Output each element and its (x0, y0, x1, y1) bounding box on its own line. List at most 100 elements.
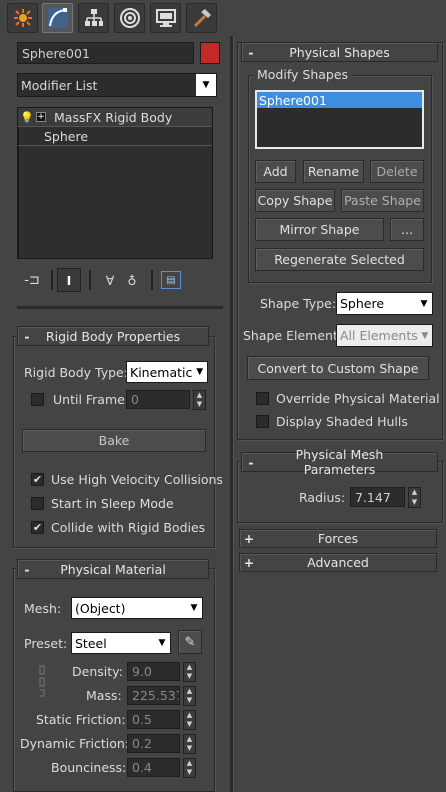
collide-checkbox[interactable]: ✔ (31, 521, 44, 534)
preset-dropdown[interactable]: Steel ▼ (71, 632, 171, 654)
modifier-list-dropdown[interactable]: Modifier List ▼ (17, 73, 217, 97)
bake-button[interactable]: Bake (22, 429, 206, 452)
density-spinner[interactable]: ▲ ▼ (183, 662, 196, 682)
lightbulb-icon: 💡 (20, 110, 34, 124)
radius-value: 7.147 (355, 489, 391, 505)
utilities-tab[interactable] (186, 3, 217, 33)
rollout-title: Forces (317, 531, 359, 546)
stack-item-label: MassFX Rigid Body (54, 109, 173, 125)
show-end-result-icon[interactable]: I (57, 268, 81, 292)
bake-label: Bake (98, 433, 130, 448)
modify-tab[interactable] (42, 3, 73, 33)
paste-shape-button[interactable]: Paste Shape (341, 189, 424, 212)
display-tab[interactable] (150, 3, 181, 33)
hammer-icon (193, 9, 211, 28)
shape-list-item[interactable]: Sphere001 (257, 92, 422, 108)
override-material-checkbox[interactable] (256, 392, 269, 405)
preset-value: Steel (75, 635, 107, 651)
delete-label: Delete (376, 164, 418, 179)
static-friction-label: Static Friction: (36, 712, 126, 727)
mass-field[interactable]: 225.537 (127, 686, 180, 705)
dynamic-friction-field[interactable]: 0.2 (127, 734, 180, 753)
rigid-body-header[interactable]: - Rigid Body Properties (17, 326, 209, 346)
modifier-stack[interactable]: 💡 + MassFX Rigid Body Sphere (17, 107, 213, 259)
motion-icon (119, 8, 140, 28)
mirror-options-button[interactable]: ... (390, 218, 424, 241)
panel-scrollbar[interactable] (230, 36, 233, 792)
chevron-down-icon: ▼ (196, 367, 204, 377)
rigid-body-type-dropdown[interactable]: Kinematic ▼ (126, 361, 208, 383)
bounciness-spinner[interactable]: ▲ ▼ (183, 758, 196, 778)
delete-shape-button[interactable]: Delete (370, 160, 424, 183)
object-name-field[interactable]: Sphere001 (17, 42, 194, 64)
eyedropper-button[interactable]: ✎ (178, 630, 202, 654)
sun-icon (13, 9, 32, 27)
mesh-dropdown[interactable]: (Object) ▼ (71, 597, 203, 619)
density-field[interactable]: 9.0 (127, 662, 180, 681)
shape-element-value: All Elements (340, 328, 418, 343)
check-icon: ✔ (32, 473, 43, 486)
stack-item-sphere[interactable]: Sphere (18, 127, 212, 146)
bounciness-value: 0.4 (132, 760, 152, 775)
until-frame-checkbox[interactable] (31, 393, 44, 406)
chevron-down-icon: ▼ (196, 74, 216, 96)
chevron-down-icon: ▼ (158, 638, 166, 648)
dynamic-friction-spinner[interactable]: ▲ ▼ (183, 734, 196, 754)
expand-sign: + (243, 555, 255, 570)
shape-element-dropdown[interactable]: All Elements ▼ (336, 324, 433, 347)
add-shape-button[interactable]: Add (255, 160, 296, 183)
regenerate-label: Regenerate Selected (274, 252, 405, 267)
regenerate-selected-button[interactable]: Regenerate Selected (255, 248, 424, 271)
motion-tab[interactable] (114, 3, 145, 33)
rollout-title: Physical Material (60, 561, 166, 577)
static-friction-value: 0.5 (132, 712, 152, 727)
static-friction-field[interactable]: 0.5 (127, 710, 180, 729)
make-unique-icon[interactable]: ∀ (99, 273, 121, 288)
until-frame-field[interactable]: 0 (126, 390, 190, 409)
shape-type-dropdown[interactable]: Sphere ▼ (336, 292, 433, 315)
rollout-title: Advanced (307, 555, 369, 570)
mass-spinner[interactable]: ▲ ▼ (183, 686, 196, 706)
mirror-more-label: ... (401, 222, 413, 237)
stack-item-massfx[interactable]: 💡 + MassFX Rigid Body (18, 108, 212, 127)
high-velocity-checkbox[interactable]: ✔ (31, 473, 44, 486)
configure-sets-icon[interactable]: ▤ (161, 271, 181, 289)
divider (17, 306, 223, 309)
rename-shape-button[interactable]: Rename (303, 160, 364, 183)
paste-label: Paste Shape (344, 193, 421, 208)
physical-material-header[interactable]: - Physical Material (17, 559, 209, 579)
object-color-swatch[interactable] (200, 42, 220, 64)
hierarchy-tab[interactable] (78, 3, 109, 33)
sleep-mode-checkbox[interactable] (31, 497, 44, 510)
remove-modifier-icon[interactable]: ♁ (121, 273, 143, 288)
dynamic-friction-value: 0.2 (132, 736, 152, 751)
sleep-mode-label: Start in Sleep Mode (51, 496, 174, 511)
pin-stack-icon[interactable]: -⊐ (17, 273, 47, 288)
dynamic-friction-label: Dynamic Friction: (20, 736, 130, 751)
chevron-down-icon: ▼ (190, 603, 198, 613)
advanced-rollout-header[interactable]: + Advanced (239, 553, 437, 572)
mesh-value: (Object) (75, 600, 126, 616)
copy-shape-button[interactable]: Copy Shape (255, 189, 335, 212)
physical-shapes-header[interactable]: - Physical Shapes (241, 42, 438, 62)
rigid-body-type-label: Rigid Body Type: (24, 365, 128, 380)
add-label: Add (263, 164, 288, 179)
convert-custom-shape-button[interactable]: Convert to Custom Shape (247, 356, 429, 380)
bounciness-field[interactable]: 0.4 (127, 758, 180, 777)
radius-field[interactable]: 7.147 (350, 487, 405, 507)
shape-type-value: Sphere (340, 296, 385, 311)
mirror-shape-button[interactable]: Mirror Shape (255, 218, 384, 241)
static-friction-spinner[interactable]: ▲ ▼ (183, 710, 196, 730)
shape-list[interactable]: Sphere001 (255, 90, 424, 149)
monitor-icon (155, 9, 176, 27)
collide-label: Collide with Rigid Bodies (51, 520, 206, 535)
radius-spinner[interactable]: ▲ ▼ (408, 487, 421, 508)
create-tab[interactable] (7, 3, 38, 33)
shaded-hulls-checkbox[interactable] (256, 415, 269, 428)
until-frame-spinner[interactable]: ▲ ▼ (193, 390, 206, 410)
hierarchy-icon (84, 9, 103, 26)
mesh-params-header[interactable]: - Physical Mesh Parameters (241, 447, 438, 477)
chevron-down-icon: ▼ (420, 298, 428, 309)
until-frame-label: Until Frame: (53, 392, 130, 407)
forces-rollout-header[interactable]: + Forces (239, 529, 437, 548)
